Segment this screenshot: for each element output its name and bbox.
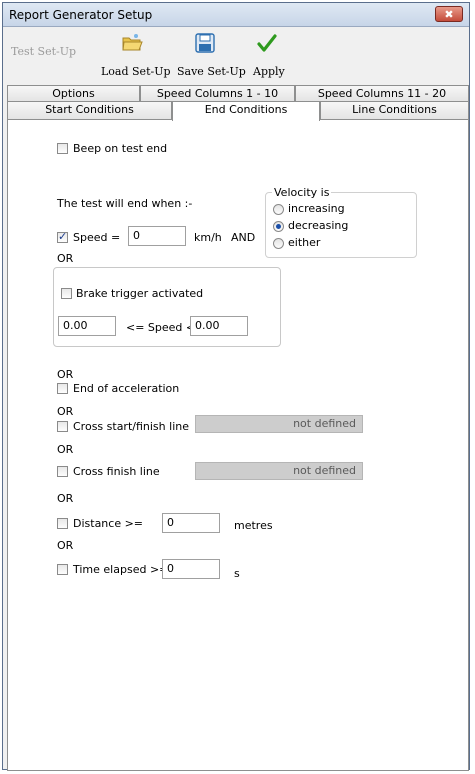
distance-label: Distance >=	[73, 517, 144, 530]
window-title: Report Generator Setup	[9, 8, 153, 22]
velocity-title: Velocity is	[272, 186, 332, 199]
report-generator-window: Report Generator Setup ✖ Test Set-Up Loa…	[2, 2, 470, 771]
load-setup-button[interactable]: Load Set-Up	[99, 33, 171, 79]
velocity-group: Velocity is increasing decreasing either	[265, 186, 417, 258]
brake-group: Brake trigger activated 0.00 <= Speed < …	[53, 267, 281, 347]
or-label-6: OR	[57, 539, 74, 552]
tab-options[interactable]: Options	[7, 85, 140, 101]
radio-either-label: either	[288, 236, 321, 249]
folder-icon	[122, 34, 143, 51]
distance-checkbox[interactable]	[57, 518, 68, 529]
brake-low-input[interactable]: 0.00	[58, 316, 116, 336]
close-button[interactable]: ✖	[435, 6, 463, 22]
test-setup-label: Test Set-Up	[11, 45, 77, 58]
cross-start-line-field: not defined	[195, 415, 363, 433]
tab-line-conditions[interactable]: Line Conditions	[320, 101, 469, 119]
tab-end-conditions[interactable]: End Conditions	[172, 101, 320, 121]
speed-unit: km/h	[194, 231, 222, 244]
apply-button[interactable]: Apply	[251, 33, 291, 79]
radio-either[interactable]	[273, 238, 284, 249]
end-accel-label: End of acceleration	[73, 382, 180, 395]
tab-speed-columns-1-10[interactable]: Speed Columns 1 - 10	[140, 85, 295, 101]
cross-finish-line-field: not defined	[195, 462, 363, 480]
time-label: Time elapsed >=	[73, 563, 169, 576]
tab-speed-columns-11-20[interactable]: Speed Columns 11 - 20	[295, 85, 469, 101]
load-setup-label: Load Set-Up	[101, 65, 171, 78]
tab-start-conditions[interactable]: Start Conditions	[7, 101, 172, 119]
title-bar: Report Generator Setup ✖	[3, 3, 469, 27]
test-setup-button[interactable]: Test Set-Up	[11, 45, 81, 65]
checkmark-icon	[257, 34, 277, 52]
save-setup-button[interactable]: Save Set-Up	[175, 33, 246, 79]
radio-increasing[interactable]	[273, 204, 284, 215]
radio-decreasing[interactable]	[273, 221, 284, 232]
save-disk-icon	[195, 33, 215, 53]
cross-finish-label: Cross finish line	[73, 465, 160, 478]
distance-unit: metres	[234, 519, 273, 532]
cross-start-checkbox[interactable]	[57, 421, 68, 432]
brake-high-input[interactable]: 0.00	[190, 316, 248, 336]
or-label-5: OR	[57, 492, 74, 505]
brake-label: Brake trigger activated	[76, 287, 204, 300]
toolbar: Test Set-Up Load Set-Up Save Set-Up Appl…	[3, 27, 469, 85]
end-accel-checkbox[interactable]	[57, 383, 68, 394]
time-checkbox[interactable]	[57, 564, 68, 575]
and-label: AND	[231, 231, 256, 244]
intro-text: The test will end when :-	[57, 197, 193, 210]
or-label-2: OR	[57, 368, 74, 381]
or-label-1: OR	[57, 252, 74, 265]
beep-label: Beep on test end	[73, 142, 168, 155]
cross-finish-checkbox[interactable]	[57, 466, 68, 477]
speed-checkbox[interactable]	[57, 230, 68, 243]
end-conditions-panel: Beep on test end The test will end when …	[7, 119, 469, 771]
brake-checkbox[interactable]	[61, 288, 72, 299]
radio-decreasing-label: decreasing	[288, 219, 349, 232]
distance-input[interactable]: 0	[162, 513, 220, 533]
or-label-4: OR	[57, 443, 74, 456]
speed-label: Speed =	[73, 231, 121, 244]
speed-input[interactable]: 0	[128, 226, 186, 246]
radio-increasing-label: increasing	[288, 202, 345, 215]
or-label-3: OR	[57, 405, 74, 418]
cross-start-label: Cross start/finish line	[73, 420, 189, 433]
time-input[interactable]: 0	[162, 559, 220, 579]
time-unit: s	[234, 567, 240, 580]
save-setup-label: Save Set-Up	[177, 65, 246, 78]
beep-checkbox[interactable]	[57, 143, 68, 154]
brake-range-label: <= Speed <	[126, 321, 196, 334]
apply-label: Apply	[253, 65, 285, 78]
